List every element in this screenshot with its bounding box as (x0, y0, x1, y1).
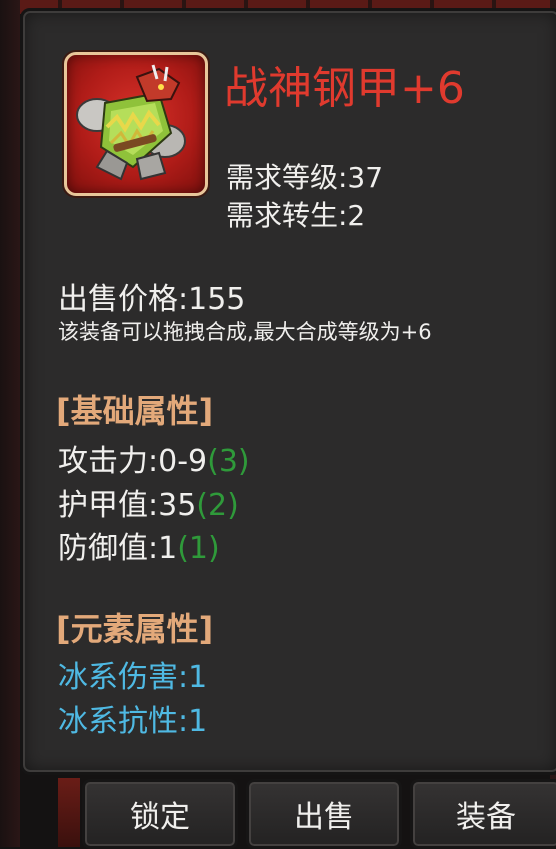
element-attributes-header: [元素属性] (56, 610, 214, 648)
required-rebirth: 需求转生:2 (226, 199, 366, 232)
required-level: 需求等级:37 (226, 161, 384, 194)
background-left-edge (0, 0, 20, 847)
attribute-ice-resistance: 冰系抗性:1 (58, 704, 208, 739)
sell-button[interactable]: 出售 (246, 779, 402, 849)
sell-price: 出售价格:155 (58, 282, 246, 317)
base-attributes-header: [基础属性] (56, 392, 214, 430)
attribute-armor-bonus: (2) (196, 488, 239, 523)
attribute-attack-value: 攻击力:0-9 (58, 444, 208, 479)
merge-note: 该装备可以拖拽合成,最大合成等级为+6 (58, 320, 432, 344)
armor-icon (64, 52, 208, 196)
attribute-attack-bonus: (3) (207, 444, 250, 479)
attribute-attack: 攻击力:0-9(3) (58, 436, 250, 480)
attribute-ice-damage: 冰系伤害:1 (58, 660, 208, 695)
item-name: 战神钢甲+6 (224, 63, 465, 114)
attribute-armor-value: 护甲值:35 (58, 488, 197, 523)
attribute-defense-value: 防御值:1 (58, 531, 178, 566)
lock-button[interactable]: 锁定 (82, 779, 238, 849)
attribute-armor: 护甲值:35(2) (58, 480, 239, 524)
action-button-row: 锁定 出售 装备 (0, 775, 556, 849)
attribute-defense-bonus: (1) (177, 531, 220, 566)
attribute-defense: 防御值:1(1) (58, 523, 220, 567)
equip-button[interactable]: 装备 (410, 779, 556, 849)
